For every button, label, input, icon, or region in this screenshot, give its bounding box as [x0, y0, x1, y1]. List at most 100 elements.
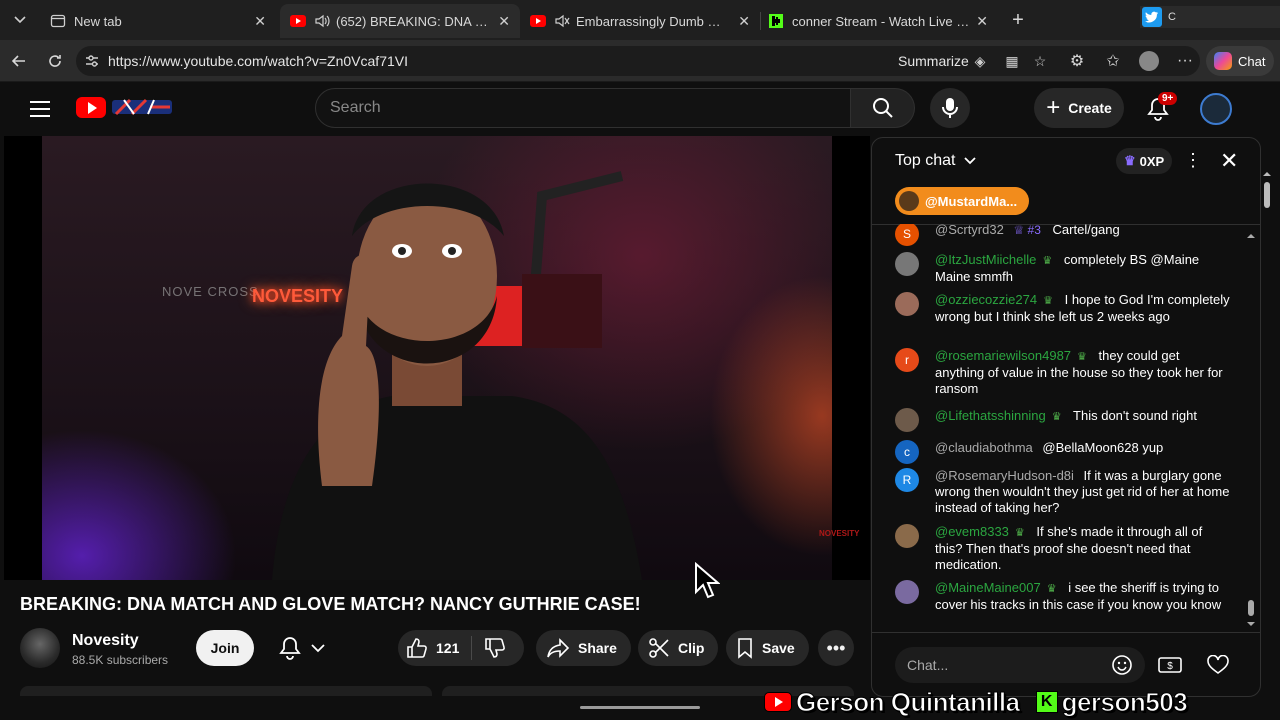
pinned-chip[interactable]: @MustardMa...	[895, 187, 1030, 215]
dislike-button[interactable]	[472, 630, 514, 666]
newtab-icon	[50, 13, 66, 29]
extensions-button[interactable]: ⚙	[1064, 48, 1090, 74]
chat-message[interactable]: @MaineMaine007 ♛ i see the sheriff is try…	[895, 580, 1231, 613]
video-player[interactable]: NOVE CROSS NOVESITY NOVESITY	[4, 136, 870, 580]
back-button[interactable]	[6, 48, 32, 74]
close-tab-icon[interactable]: ✕	[976, 13, 988, 30]
member-crown-icon: ♛	[1046, 583, 1057, 595]
new-tab-button[interactable]: +	[1006, 8, 1030, 32]
youtube-logo-icon[interactable]	[76, 97, 106, 118]
live-chat-panel: Top chat ♛ 0XP ⋮ ✕ @MustardMa... S @Scrt…	[871, 137, 1261, 697]
favorites-icon: ✩	[1106, 53, 1120, 70]
chat-message[interactable]: c @claudiabothma @BellaMoon628 yup	[895, 440, 1231, 464]
create-button[interactable]: + Create	[1034, 88, 1124, 128]
chat-mode-selector[interactable]: Top chat	[895, 152, 976, 170]
notification-count-badge: 9+	[1158, 92, 1178, 105]
tab-active-video[interactable]: (652) BREAKING: DNA MATCH ✕	[280, 4, 520, 38]
join-button[interactable]: Join	[196, 630, 254, 666]
chat-message[interactable]: r @rosemariewilson4987 ♛ they could get a…	[895, 348, 1231, 397]
member-crown-icon: ♛	[1051, 411, 1062, 423]
menu-icon[interactable]	[28, 97, 52, 121]
chat-author: @MaineMaine007	[935, 580, 1041, 595]
chat-avatar	[895, 292, 919, 316]
like-button[interactable]: 121	[398, 630, 471, 666]
kick-icon: K	[1035, 691, 1058, 713]
chat-message[interactable]: R @RosemaryHudson-d8i If it was a burgla…	[895, 468, 1231, 516]
pinned-author: @MustardMa...	[925, 193, 1018, 209]
site-info-icon[interactable]	[84, 53, 100, 74]
tab-video-2[interactable]: Embarrassingly Dumb Ways P ✕	[520, 4, 760, 38]
close-chat-icon[interactable]: ✕	[1220, 148, 1238, 174]
chat-message-list: S @Scrtyrd32 ♕ #3 Cartel/gang @ItzJustMi…	[872, 224, 1244, 632]
reload-icon	[49, 55, 61, 67]
chat-scrollbar[interactable]	[1246, 230, 1256, 630]
chat-message[interactable]: S @Scrtyrd32 ♕ #3 Cartel/gang	[895, 224, 1231, 246]
search-box[interactable]	[315, 88, 851, 128]
clip-button[interactable]: Clip	[638, 630, 719, 666]
favorites-button[interactable]: ✩	[1100, 48, 1126, 74]
chat-message[interactable]: @ItzJustMiichelle ♛ completely BS @Maine …	[895, 252, 1231, 285]
chat-author: @RosemaryHudson-d8i	[935, 468, 1074, 483]
tab-kick-stream[interactable]: conner Stream - Watch Live on Kic ✕	[758, 4, 998, 38]
chat-author: @rosemariewilson4987	[935, 348, 1072, 363]
chat-avatar	[895, 580, 919, 604]
chat-message[interactable]: @evem8333 ♛ If she's made it through all …	[895, 524, 1231, 573]
favorite-star-icon[interactable]: ☆	[1030, 51, 1050, 71]
chevron-down-icon	[964, 157, 976, 165]
chat-header: Top chat ♛ 0XP ⋮ ✕	[872, 138, 1260, 186]
thumbs-up-icon	[406, 637, 428, 659]
save-button[interactable]: Save	[726, 630, 809, 666]
close-tab-icon[interactable]: ✕	[254, 13, 266, 30]
copilot-icon	[1214, 52, 1232, 70]
mouse-cursor-icon	[695, 562, 720, 599]
tab-title: Embarrassingly Dumb Ways P	[576, 13, 732, 29]
youtube-icon	[530, 13, 546, 29]
chat-author: @claudiabothma	[935, 440, 1033, 455]
chat-message[interactable]: @ozziecozzie274 ♛ I hope to God I'm compl…	[895, 292, 1231, 325]
muted-icon[interactable]	[554, 13, 570, 29]
tab-title: conner Stream - Watch Live on Kic	[792, 13, 971, 29]
app-available-icon[interactable]: ▦	[1002, 51, 1022, 71]
chat-author: @Lifethatsshinning	[935, 408, 1046, 423]
share-button[interactable]: Share	[536, 630, 631, 666]
member-crown-icon: ♛	[1043, 295, 1053, 307]
member-crown-icon: ♛	[1077, 351, 1087, 363]
emoji-icon[interactable]	[1110, 653, 1134, 677]
chat-message[interactable]: @Lifethatsshinning ♛ This don't sound rig…	[895, 408, 1231, 432]
chevron-down-icon	[311, 644, 325, 653]
copilot-chat-button[interactable]: Chat	[1206, 46, 1274, 76]
search-button[interactable]	[851, 88, 915, 128]
account-avatar[interactable]	[1200, 93, 1232, 125]
more-dots-icon: •••	[826, 637, 846, 658]
channel-avatar[interactable]	[20, 628, 60, 668]
super-chat-icon[interactable]: $	[1158, 653, 1182, 677]
speaker-icon[interactable]	[314, 13, 330, 29]
close-tab-icon[interactable]: ✕	[498, 13, 510, 30]
reload-button[interactable]	[42, 48, 68, 74]
back-arrow-icon	[11, 55, 25, 67]
close-tab-icon[interactable]: ✕	[738, 13, 750, 30]
tab-list-button[interactable]	[6, 6, 34, 34]
tab-new-tab[interactable]: New tab ✕	[40, 4, 276, 38]
subscription-bell-button[interactable]	[266, 630, 338, 666]
voice-search-button[interactable]	[930, 88, 970, 128]
summarize-label[interactable]: Summarize	[898, 53, 969, 69]
chat-options-icon[interactable]: ⋮	[1184, 150, 1202, 171]
chat-input-box[interactable]	[895, 647, 1145, 683]
settings-menu-button[interactable]: ···	[1172, 48, 1198, 74]
more-actions-button[interactable]: •••	[818, 630, 854, 666]
copilot-summarize-icon[interactable]: ◈	[970, 51, 990, 71]
search-input[interactable]	[316, 89, 850, 127]
youtube-doodle-icon[interactable]	[110, 95, 174, 119]
horizontal-scrollbar[interactable]	[580, 706, 700, 709]
chat-avatar: R	[895, 468, 919, 492]
address-bar[interactable]: https://www.youtube.com/watch?v=Zn0Vcaf7…	[76, 46, 1200, 76]
heart-icon[interactable]	[1206, 653, 1230, 677]
plus-icon: +	[1046, 94, 1061, 121]
page-scrollbar[interactable]	[1262, 170, 1272, 214]
clip-label: Clip	[678, 640, 705, 656]
profile-button[interactable]	[1136, 48, 1162, 74]
xp-badge[interactable]: ♛ 0XP	[1116, 148, 1173, 174]
twitter-widget[interactable]: C	[1140, 6, 1280, 28]
channel-name[interactable]: Novesity	[72, 632, 139, 650]
